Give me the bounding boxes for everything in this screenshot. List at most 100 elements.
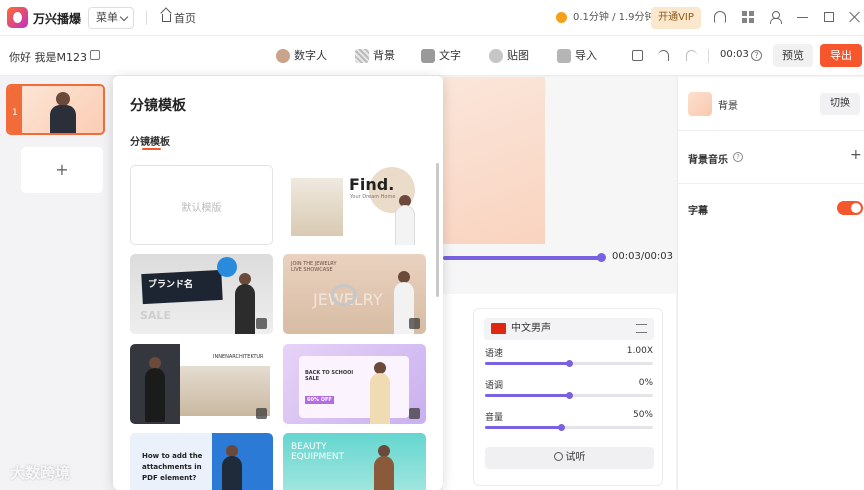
template-card[interactable]: INNENARCHITEKTUR [130,344,273,424]
subtitle-toggle[interactable] [837,201,863,215]
add-scene-button[interactable]: + [21,147,103,193]
scene-card[interactable]: 1 [6,84,105,135]
export-button[interactable]: 导出 [820,44,862,67]
tool-avatar[interactable]: 数字人 [276,48,327,64]
template-card[interactable]: BACK TO SCHOOl SALE 60% OFF [283,344,426,424]
grid-icon[interactable] [742,11,754,23]
template-subtitle: Your Dream Home [350,194,396,200]
scene-thumbnail [22,86,103,133]
menu-dropdown[interactable]: 菜单 [88,7,134,29]
download-icon[interactable] [409,318,420,329]
tool-text-label: 文字 [439,49,461,62]
background-thumbnail [688,92,712,116]
background-label: 背景 [718,101,738,112]
tool-avatar-label: 数字人 [294,49,327,62]
template-subtitle: 60% OFF [305,396,334,404]
template-title: BACK TO SCHOOl SALE [305,370,354,382]
voice-select[interactable]: 中文男声 [484,318,654,340]
avatar-figure [374,456,394,490]
redo-icon[interactable] [686,50,697,61]
home-link[interactable]: 首页 [162,10,196,26]
tool-background-label: 背景 [373,49,395,62]
template-card[interactable]: How to add the attachments in PDF elemen… [130,433,273,490]
template-subtitle: JOIN THE JEWELRY LIVE SHOWCASE [291,261,337,273]
home-icon [162,14,171,22]
template-title: BEAUTY EQUIPMENT [291,442,345,462]
avatar-figure [145,368,165,422]
divider [678,130,864,131]
canvas-preview[interactable] [443,77,545,244]
help-icon[interactable]: ? [751,50,762,61]
download-icon[interactable] [409,408,420,419]
preview-button[interactable]: 预览 [773,44,813,67]
help-icon[interactable]: ? [733,152,743,162]
minimize-icon[interactable] [797,17,808,19]
template-title: Find. [349,175,395,194]
menu-label: 菜单 [96,11,118,24]
template-default[interactable]: 默认模版 [130,165,273,245]
save-icon[interactable] [632,50,643,61]
add-music-icon[interactable]: + [850,147,862,163]
playback-knob[interactable] [597,253,606,262]
undo-icon[interactable] [658,50,669,61]
tool-import[interactable]: 导入 [557,48,597,64]
close-icon[interactable] [849,10,861,24]
speed-slider[interactable]: 语速 1.00X [485,346,653,372]
vip-button[interactable]: 开通VIP [651,7,701,29]
download-icon[interactable] [256,318,267,329]
divider [146,11,147,25]
sticker-icon [489,49,503,63]
template-card[interactable]: JOIN THE JEWELRY LIVE SHOWCASE JEWELRY [283,254,426,334]
app-window: 万兴播爆 菜单 首页 0.1分钟 / 1.9分钟 开通VIP 你好 我是M123… [0,0,864,490]
slider-knob[interactable] [566,360,573,367]
switch-background-button[interactable]: 切换 [820,93,860,115]
template-card[interactable]: ブランド名 SALE [130,254,273,334]
tab-storyboard-templates[interactable]: 分镜模板 [130,133,170,148]
medal-icon [556,12,567,23]
music-label: 背景音乐 [688,155,728,166]
listen-button[interactable]: 试听 [485,447,654,469]
popup-title: 分镜模板 [130,98,186,114]
scrollbar[interactable] [436,163,439,297]
maximize-icon[interactable] [824,12,834,22]
template-card[interactable]: Find. Your Dream Home [283,165,426,245]
storyboard-template-popup: 分镜模板 分镜模板 默认模版 Find. Your Dream Home ブラン… [113,76,443,490]
edit-icon[interactable] [90,50,100,60]
template-title: ブランド名 [148,280,194,290]
template-default-label: 默认模版 [181,203,222,214]
slider-knob[interactable] [558,424,565,431]
user-icon[interactable] [769,11,782,24]
tool-text[interactable]: 文字 [421,48,461,64]
divider [708,49,709,63]
headset-icon[interactable] [714,11,726,23]
swap-icon[interactable] [636,324,647,333]
tool-background[interactable]: 背景 [355,48,395,64]
quota-indicator: 0.1分钟 / 1.9分钟 [551,8,661,28]
playback-progress[interactable] [443,256,601,260]
volume-value: 50% [632,410,653,420]
voice-name: 中文男声 [511,323,551,334]
play-icon [553,452,563,461]
avatar-figure [222,456,242,490]
template-badge [217,257,237,277]
avatar-figure [370,373,390,424]
template-card[interactable]: BEAUTY EQUIPMENT [283,433,426,490]
tab-underline [142,148,161,150]
slider-knob[interactable] [566,392,573,399]
template-title: INNENARCHITEKTUR [213,354,264,360]
pitch-slider[interactable]: 语调 0% [485,378,653,404]
slider-fill [485,362,569,365]
divider [678,183,864,184]
watermark: 大数跨境 [10,464,71,482]
editor-toolbar: 你好 我是M123 数字人 背景 文字 贴图 导入 00:03 ? 预览 导出 [0,36,864,76]
template-panel [299,356,409,418]
app-logo [7,7,28,28]
chevron-down-icon [119,12,129,22]
volume-slider[interactable]: 音量 50% [485,410,653,436]
template-image [291,178,343,236]
avatar-figure [235,284,255,334]
tool-sticker[interactable]: 贴图 [489,48,529,64]
download-icon[interactable] [256,408,267,419]
pitch-value: 0% [638,378,653,388]
quota-text: 0.1分钟 / 1.9分钟 [573,12,655,23]
